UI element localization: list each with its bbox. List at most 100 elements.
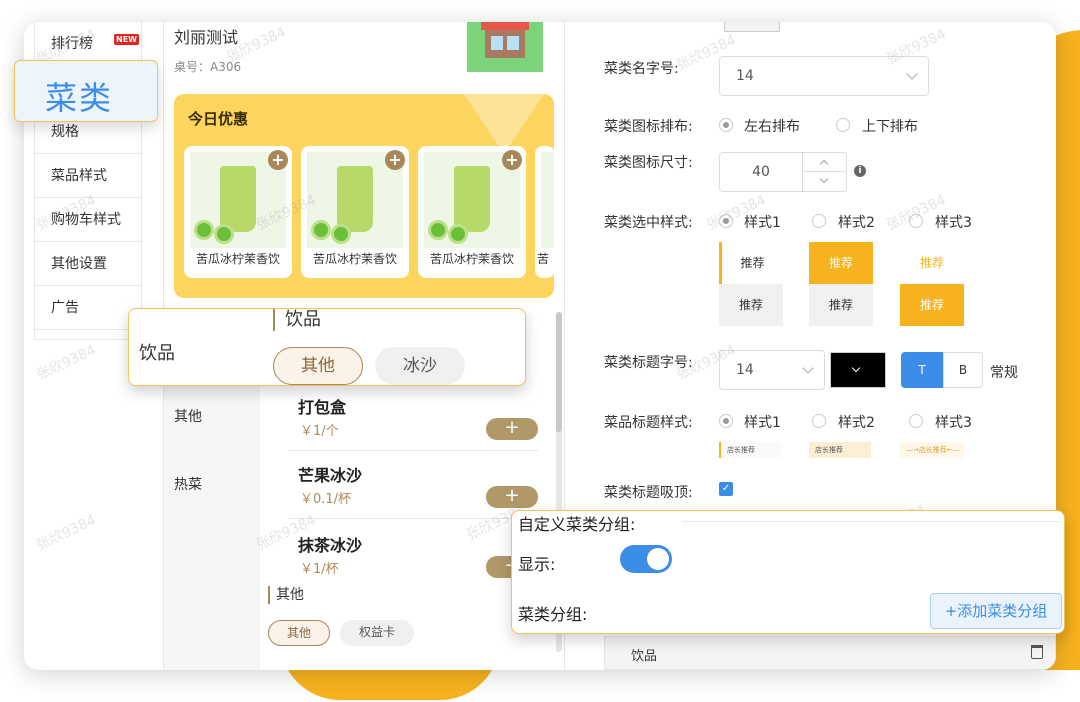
sidebar-item-label: 菜品样式	[51, 168, 107, 184]
cup-graphic	[337, 166, 373, 232]
group-row-name: 饮品	[631, 649, 658, 664]
radio-food-style-2[interactable]	[812, 414, 826, 428]
radio-label: 样式2	[838, 215, 875, 231]
group-label: 菜类分组:	[518, 605, 588, 624]
radio-style-1[interactable]	[719, 214, 733, 228]
chevron-down-icon	[906, 68, 918, 80]
product-name: 苦	[537, 252, 550, 266]
product-name: 苦瓜冰柠茉香饮	[195, 252, 280, 266]
font-weight-text: 常规	[990, 365, 1018, 381]
info-icon[interactable]: i	[854, 165, 866, 177]
callout-title: 自定义菜类分组:	[518, 515, 636, 534]
title-size-label: 菜类标题字号:	[604, 355, 693, 371]
chip-active[interactable]: 其他	[273, 347, 363, 385]
promo-decoration	[464, 94, 544, 154]
add-icon[interactable]: +	[502, 150, 522, 170]
radio-label: 样式2	[838, 415, 875, 431]
lime-graphic	[428, 220, 448, 240]
radio-style-2[interactable]	[812, 214, 826, 228]
radio-label: 样式1	[744, 415, 781, 431]
scrollbar-thumb[interactable]	[556, 312, 562, 432]
radio-label: 样式3	[935, 415, 972, 431]
sidebar-item-label: 排行榜	[51, 36, 93, 52]
category-item[interactable]: 其他	[174, 406, 202, 426]
sidebar-item-label: 购物车样式	[51, 212, 121, 228]
product-card[interactable]: + 苦瓜冰柠茉香饮	[418, 146, 526, 278]
name-size-select[interactable]: 14	[719, 56, 929, 96]
name-size-label: 菜类名字号:	[604, 61, 679, 77]
radio-food-style-3[interactable]	[909, 414, 923, 428]
radio-label: 上下排布	[862, 119, 918, 135]
cup-graphic	[220, 166, 256, 232]
food-name: 抹茶冰沙	[298, 536, 363, 555]
section-title: 其他	[268, 586, 304, 604]
chevron-down-icon	[819, 174, 829, 184]
sidebar-item-ads[interactable]: 广告	[35, 286, 141, 330]
decrement-button[interactable]	[803, 172, 846, 191]
category-item[interactable]: 热菜	[174, 474, 202, 494]
sidebar-item-dish-style[interactable]: 菜品样式	[35, 154, 141, 198]
sidebar-item-label: 其他设置	[51, 256, 107, 272]
style-1-selected-swatch: 推荐	[719, 242, 783, 284]
style-3-selected-swatch: 推荐	[900, 242, 964, 284]
sidebar-item-label: 规格	[51, 124, 79, 140]
icon-size-stepper[interactable]: 40	[719, 152, 847, 192]
stepper-value: 40	[752, 164, 770, 180]
product-card[interactable]: 苦	[535, 146, 554, 278]
chevron-down-icon	[802, 362, 814, 374]
sidebar-item-other-settings[interactable]: 其他设置	[35, 242, 141, 286]
increment-button[interactable]	[803, 153, 846, 172]
add-icon[interactable]: +	[385, 150, 405, 170]
add-icon[interactable]: +	[268, 150, 288, 170]
watermark: 张欣9384	[34, 342, 99, 384]
sticky-title-checkbox[interactable]: ✓	[719, 482, 733, 496]
radio-label: 左右排布	[744, 119, 800, 135]
callout-text: 菜类	[45, 79, 114, 117]
product-card[interactable]: + 苦瓜冰柠茉香饮	[184, 146, 292, 278]
lime-graphic	[331, 224, 351, 244]
add-to-cart-button[interactable]: +	[486, 486, 538, 508]
food-price: ￥1/个	[300, 424, 339, 439]
title-marker	[273, 309, 275, 331]
style-2-selected-swatch: 推荐	[809, 242, 873, 284]
food-style-3-preview: —→店长推荐←—	[900, 442, 964, 458]
display-label: 显示:	[518, 555, 556, 574]
shop-window	[491, 36, 503, 50]
radio-label: 样式1	[744, 215, 781, 231]
sidebar-item-cart-style[interactable]: 购物车样式	[35, 198, 141, 242]
font-weight-normal-button[interactable]: T	[901, 352, 943, 388]
food-style-2-preview: 店长推荐	[809, 442, 871, 458]
custom-group-callout: 自定义菜类分组: 显示: 菜类分组: +添加菜类分组	[511, 510, 1065, 634]
shop-roof	[481, 22, 529, 30]
lime-graphic	[194, 220, 214, 240]
lime-graphic	[448, 224, 468, 244]
icon-layout-label: 菜类图标排布:	[604, 119, 693, 135]
cup-graphic	[454, 166, 490, 232]
style-3-normal-swatch: 推荐	[900, 284, 964, 326]
group-row: 饮品	[604, 636, 1056, 670]
radio-style-3[interactable]	[909, 214, 923, 228]
add-group-button[interactable]: +添加菜类分组	[930, 593, 1062, 629]
add-to-cart-button[interactable]: +	[486, 418, 538, 440]
food-style-1-preview: 店长推荐	[719, 442, 781, 458]
stepper-controls	[802, 153, 846, 191]
radio-left-right[interactable]	[719, 118, 733, 132]
chip[interactable]: 权益卡	[340, 620, 414, 646]
chevron-up-icon	[819, 159, 829, 169]
radio-top-bottom[interactable]	[836, 118, 850, 132]
divider	[288, 450, 538, 451]
title-size-select[interactable]: 14	[719, 350, 825, 390]
display-toggle[interactable]	[620, 545, 672, 573]
product-card[interactable]: + 苦瓜冰柠茉香饮	[301, 146, 409, 278]
chip[interactable]: 冰沙	[375, 347, 465, 385]
radio-food-style-1[interactable]	[719, 414, 733, 428]
style-2-normal-swatch: 推荐	[809, 284, 873, 326]
font-weight-bold-button[interactable]: B	[943, 352, 983, 388]
color-picker[interactable]	[830, 352, 886, 388]
icon-size-label: 菜类图标尺寸:	[604, 155, 693, 171]
category-highlight-callout: 菜类	[14, 60, 158, 122]
trash-icon[interactable]	[1031, 645, 1043, 659]
product-name: 苦瓜冰柠茉香饮	[312, 252, 397, 266]
chip-active[interactable]: 其他	[268, 620, 330, 646]
style-1-normal-swatch: 推荐	[719, 284, 783, 326]
